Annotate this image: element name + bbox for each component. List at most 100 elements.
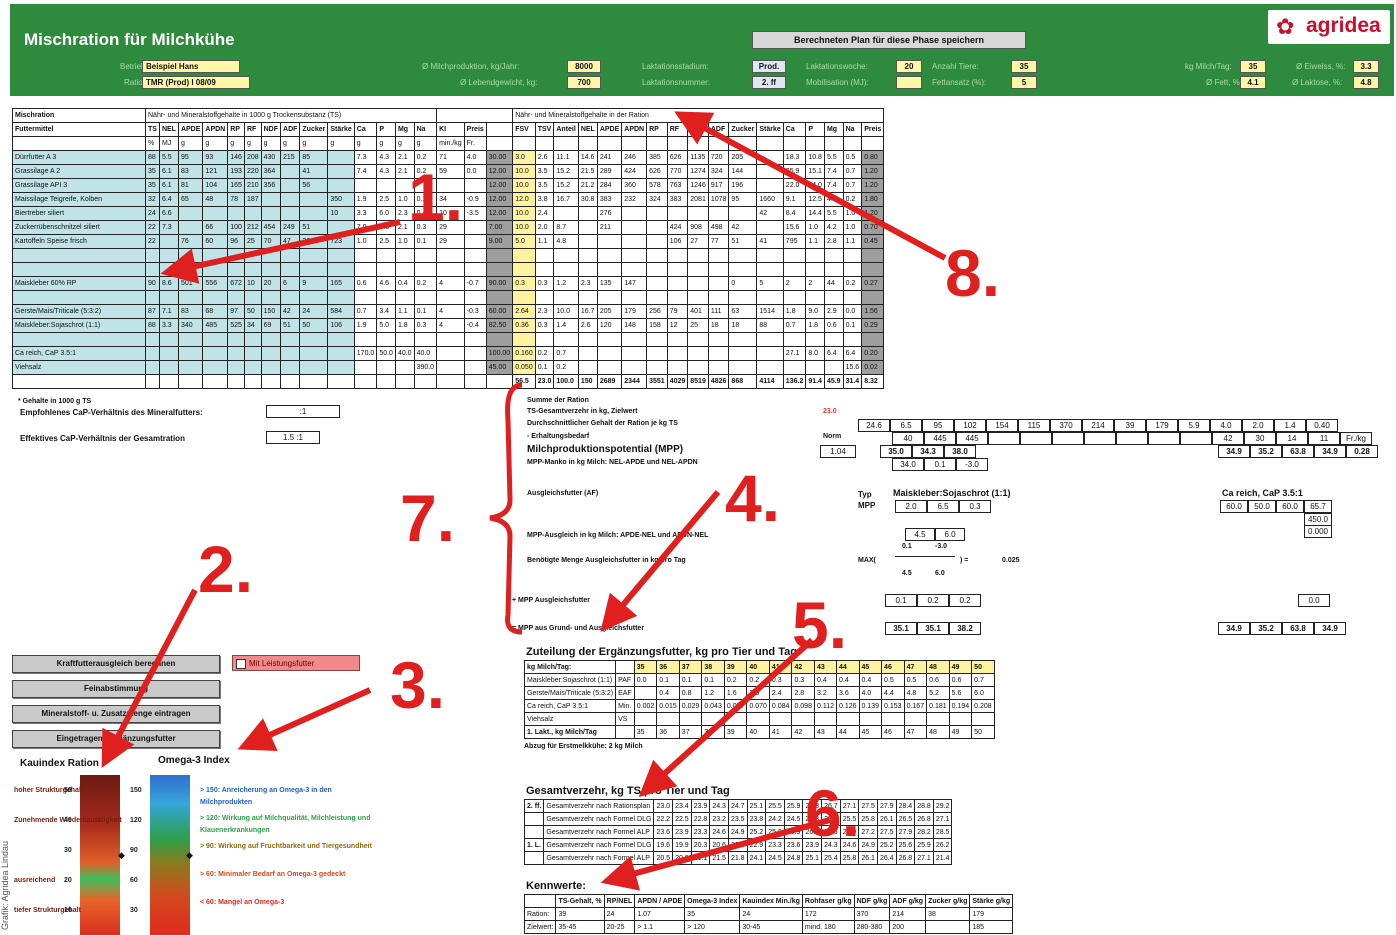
total-cell: 8.32	[861, 374, 885, 389]
gv-cell: 22.9	[746, 838, 767, 852]
table-cell	[202, 262, 229, 277]
kgmilch-field[interactable]: 35	[1240, 60, 1266, 73]
lebend-field[interactable]: 700	[567, 76, 601, 89]
table-cell	[621, 234, 648, 249]
table-cell: 0.29	[861, 318, 885, 333]
laktnr-field[interactable]: 2. ff	[752, 76, 786, 89]
gv-cell: 23.4	[672, 799, 692, 813]
gv-cell: 27.2	[858, 825, 878, 839]
table-cell: 1514	[756, 304, 784, 319]
tiere-field[interactable]: 35	[1011, 60, 1037, 73]
mobil-field[interactable]	[896, 76, 922, 89]
table-cell: 69	[260, 318, 282, 333]
table-cell: 6.6	[158, 206, 179, 221]
erg-cell	[813, 712, 837, 726]
table-cell: 0.02	[861, 360, 885, 375]
summe-value: 1.4	[1274, 419, 1306, 432]
erg-cell: 0.153	[881, 699, 905, 713]
table-cell	[463, 178, 487, 193]
table-cell: 241	[596, 150, 623, 165]
erg-cell	[791, 712, 815, 726]
kw-header: Rohfaser g/kg	[801, 894, 855, 908]
table-cell: 15.6	[782, 220, 807, 235]
unit-cell: g	[280, 136, 301, 151]
kw-cell: > 120	[684, 920, 741, 934]
table-cell: 25	[687, 318, 709, 333]
erg-cell: 0.6	[948, 673, 973, 687]
save-plan-button[interactable]: Berechneten Plan für diese Phase speiche…	[752, 31, 1026, 49]
table-cell	[646, 290, 668, 305]
erg-header-label: kg Milch/Tag:	[523, 660, 617, 674]
total-cell: 100.0	[553, 374, 579, 389]
unit-cell: g	[260, 136, 282, 151]
table-cell: 15.1	[805, 164, 825, 179]
kauindex-tick: 40	[64, 817, 72, 824]
table-cell	[596, 332, 623, 347]
milch-field[interactable]: 8000	[567, 60, 601, 73]
omega-tick: 30	[130, 907, 138, 914]
table-cell	[577, 332, 598, 347]
omega-legend-item: > 60: Minimaler Bedarf an Omega-3 gedeck…	[200, 871, 346, 878]
table-cell: 7.00	[485, 220, 514, 235]
col-feed-header: Futtermittel	[12, 122, 146, 137]
fett2-field[interactable]: 4.1	[1240, 76, 1266, 89]
erhaltung-value: 445	[956, 432, 988, 445]
laktose-field[interactable]: 4.8	[1353, 76, 1379, 89]
table-cell	[861, 332, 885, 347]
eiweiss-field[interactable]: 3.3	[1353, 60, 1379, 73]
manko-value: 34.0	[892, 458, 924, 471]
table-cell: 385	[646, 150, 668, 165]
unit-cell	[756, 136, 784, 151]
kw-cell: > 1.1	[634, 920, 686, 934]
ergaenzungsfutter-button[interactable]: Eingetragene Ergänzungsfutter	[12, 730, 220, 748]
kraftfutter-button[interactable]: Kraftfutterausgleich berechnen	[12, 655, 220, 673]
ration-field[interactable]: TMR (Prod) I 08/09	[142, 76, 250, 89]
gv-cell: 27.9	[876, 799, 897, 813]
table-cell	[596, 290, 623, 305]
table-cell	[436, 332, 465, 347]
kw-row-label: Ration:	[523, 907, 557, 921]
gv-cell: 24.9	[727, 825, 748, 839]
checkbox-icon[interactable]	[236, 659, 246, 669]
table-cell: 205	[728, 150, 758, 165]
fett-field[interactable]: 5	[1011, 76, 1037, 89]
col-header: NDF	[260, 122, 282, 137]
feinabstimmung-button[interactable]: Feinabstimmung	[12, 680, 220, 698]
kw-cell: 200	[889, 920, 927, 934]
erg-cell: 3.6	[835, 686, 860, 700]
table-cell: 60.00	[485, 304, 514, 319]
summe-value: 6.5	[890, 419, 922, 432]
laktation-field[interactable]: Prod.	[752, 60, 786, 73]
table-cell: 10.0	[512, 178, 536, 193]
table-cell	[553, 290, 579, 305]
betrieb-field[interactable]: Beispiel Hans	[142, 60, 240, 73]
table-cell: 5.5	[823, 150, 844, 165]
total-cell: 868	[728, 374, 758, 389]
table-cell: 104	[202, 178, 229, 193]
table-cell: 11.1	[553, 150, 579, 165]
table-cell	[280, 206, 301, 221]
woche-field[interactable]: 20	[896, 60, 922, 73]
erg-cell: 0.194	[948, 699, 973, 713]
table-cell	[512, 248, 536, 263]
table-cell	[436, 290, 465, 305]
erg-cell: 2.0	[746, 686, 770, 700]
cap-recommended-field[interactable]: :1	[266, 405, 340, 418]
table-cell: 4.8	[823, 192, 844, 207]
mpp-manko-label: MPP-Manko in kg Milch: NEL-APDE und NEL-…	[527, 459, 698, 466]
table-cell	[436, 262, 465, 277]
col-header: APDN	[621, 122, 648, 137]
mineralstoff-button[interactable]: Mineralstoff- u. Zusatzmenge eintragen	[12, 705, 220, 723]
table-cell: 8.0	[805, 346, 825, 361]
table-cell	[202, 332, 229, 347]
table-cell	[577, 234, 598, 249]
table-cell	[177, 332, 204, 347]
erg-code: VS	[615, 712, 635, 726]
erg-cell: 4.4	[881, 686, 905, 700]
gv-cell: 29.2	[932, 799, 953, 813]
leistungsfutter-checkbox[interactable]: Mit Leistungsfutter	[232, 655, 360, 671]
table-cell	[327, 332, 355, 347]
summe-value: 154	[986, 419, 1018, 432]
table-cell	[842, 290, 863, 305]
table-cell: 2.0	[534, 220, 555, 235]
